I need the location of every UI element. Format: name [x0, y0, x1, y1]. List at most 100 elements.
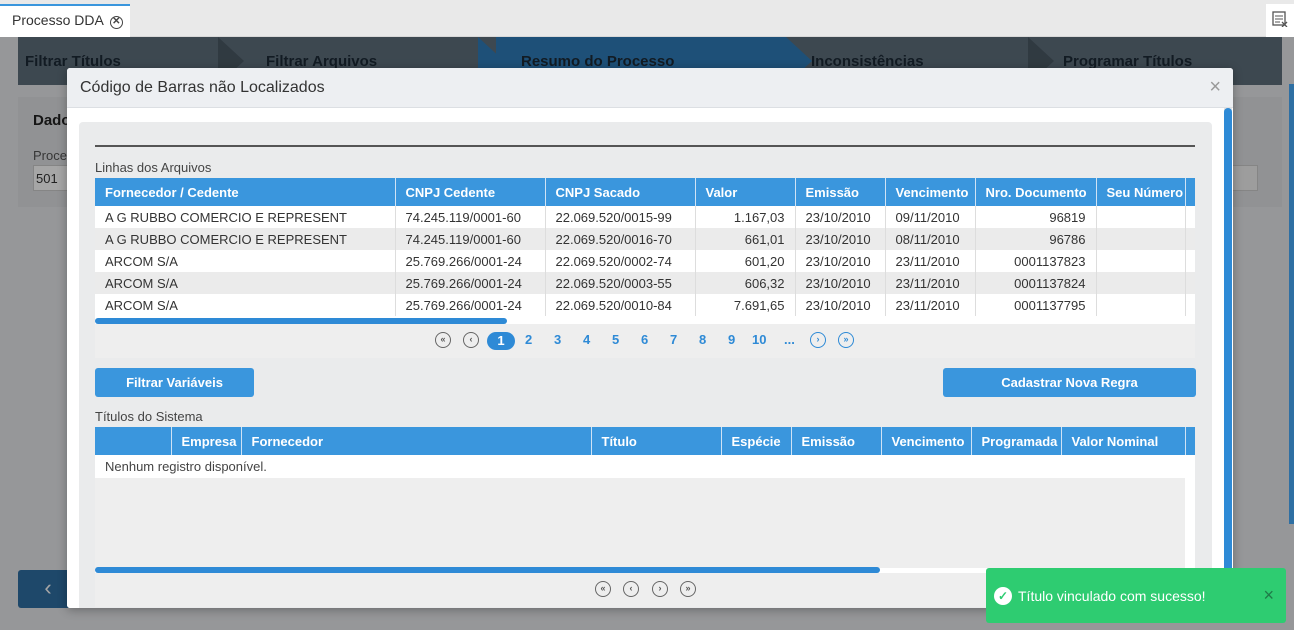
toast-message: Título vinculado com sucesso!: [1018, 588, 1206, 604]
cell-extra: [1185, 228, 1195, 250]
prev-page-icon[interactable]: ‹: [623, 581, 639, 597]
cell-seu-numero: [1096, 294, 1186, 316]
system-table-body: Nenhum registro disponível.: [95, 455, 1185, 568]
col-emissao[interactable]: Emissão: [791, 427, 882, 455]
modal-vertical-scrollbar[interactable]: [1224, 108, 1232, 608]
cell-vencimento: 23/11/2010: [885, 250, 976, 272]
first-page-icon[interactable]: «: [595, 581, 611, 597]
cell-seu-numero: [1096, 250, 1186, 272]
tab-label: Processo DDA: [12, 12, 104, 28]
table-row[interactable]: ARCOM S/A 25.769.266/0001-24 22.069.520/…: [95, 250, 1195, 272]
page-2[interactable]: 2: [525, 332, 532, 347]
cell-emissao: 23/10/2010: [795, 272, 886, 294]
col-valor-nominal[interactable]: Valor Nominal: [1061, 427, 1186, 455]
col-programada[interactable]: Programada: [971, 427, 1062, 455]
col-empresa[interactable]: Empresa: [171, 427, 242, 455]
window-options-icon[interactable]: [1266, 4, 1294, 37]
col-fornecedor[interactable]: Fornecedor / Cedente: [95, 178, 396, 206]
tab-processo-dda[interactable]: Processo DDA ✕: [0, 4, 130, 37]
cell-cnpj-cedente: 74.245.119/0001-60: [395, 206, 546, 228]
col-valor[interactable]: Valor: [695, 178, 796, 206]
cell-nro-documento: 0001137795: [975, 294, 1097, 316]
modal-body: Linhas dos Arquivos Fornecedor / Cedente…: [67, 108, 1233, 608]
success-toast: ✓ Título vinculado com sucesso! ×: [986, 568, 1286, 623]
table-row[interactable]: A G RUBBO COMERCIO E REPRESENT 74.245.11…: [95, 206, 1195, 228]
col-emissao[interactable]: Emissão: [795, 178, 886, 206]
divider: [95, 145, 1195, 147]
table-row[interactable]: ARCOM S/A 25.769.266/0001-24 22.069.520/…: [95, 294, 1195, 316]
cell-valor: 7.691,65: [695, 294, 796, 316]
filtrar-variaveis-button[interactable]: Filtrar Variáveis: [95, 368, 254, 397]
cell-cnpj-sacado: 22.069.520/0002-74: [545, 250, 696, 272]
cell-vencimento: 08/11/2010: [885, 228, 976, 250]
modal-header: Código de Barras não Localizados ×: [67, 68, 1233, 108]
col-vencimento[interactable]: Vencimento: [881, 427, 972, 455]
files-table: Fornecedor / Cedente CNPJ Cedente CNPJ S…: [95, 178, 1195, 324]
col-nro-documento[interactable]: Nro. Documento: [975, 178, 1097, 206]
cell-emissao: 23/10/2010: [795, 206, 886, 228]
col-titulo[interactable]: Título: [591, 427, 722, 455]
files-pager: « ‹ 1 2 3 4 5 6 7 8 9 10 ... › »: [95, 324, 1195, 358]
cell-valor: 661,01: [695, 228, 796, 250]
close-tab-icon[interactable]: ✕: [109, 16, 123, 29]
cell-seu-numero: [1096, 206, 1186, 228]
page-scrollbar[interactable]: [1289, 84, 1294, 524]
modal-content: Linhas dos Arquivos Fornecedor / Cedente…: [79, 122, 1212, 608]
col-extra: [1185, 427, 1195, 455]
system-section-label: Títulos do Sistema: [95, 409, 203, 424]
cell-cnpj-sacado: 22.069.520/0016-70: [545, 228, 696, 250]
col-especie[interactable]: Espécie: [721, 427, 792, 455]
empty-message: Nenhum registro disponível.: [95, 455, 1185, 478]
cell-emissao: 23/10/2010: [795, 294, 886, 316]
col-cnpj-sacado[interactable]: CNPJ Sacado: [545, 178, 696, 206]
files-grid: Fornecedor / Cedente CNPJ Cedente CNPJ S…: [95, 178, 1195, 316]
check-circle-icon: ✓: [994, 587, 1012, 605]
files-header-row: Fornecedor / Cedente CNPJ Cedente CNPJ S…: [95, 178, 1195, 206]
prev-page-icon[interactable]: ‹: [463, 332, 479, 348]
cell-extra: [1185, 294, 1195, 316]
table-row[interactable]: ARCOM S/A 25.769.266/0001-24 22.069.520/…: [95, 272, 1195, 294]
cell-cnpj-cedente: 74.245.119/0001-60: [395, 228, 546, 250]
empty-area: [95, 478, 1185, 568]
scrollbar-thumb[interactable]: [1224, 108, 1232, 608]
col-vencimento[interactable]: Vencimento: [885, 178, 976, 206]
page-7[interactable]: 7: [670, 332, 677, 347]
toast-close-button[interactable]: ×: [1263, 585, 1274, 606]
files-section-label: Linhas dos Arquivos: [95, 160, 212, 175]
cell-vencimento: 23/11/2010: [885, 272, 976, 294]
col-seu-numero[interactable]: Seu Número: [1096, 178, 1186, 206]
cell-extra: [1185, 250, 1195, 272]
next-page-icon[interactable]: ›: [810, 332, 826, 348]
cell-emissao: 23/10/2010: [795, 228, 886, 250]
cell-extra: [1185, 206, 1195, 228]
page-8[interactable]: 8: [699, 332, 706, 347]
system-header-row: Empresa Fornecedor Título Espécie Emissã…: [95, 427, 1195, 455]
last-page-icon[interactable]: »: [838, 332, 854, 348]
col-cnpj-cedente[interactable]: CNPJ Cedente: [395, 178, 546, 206]
page-more[interactable]: ...: [784, 332, 795, 347]
cell-extra: [1185, 272, 1195, 294]
page-3[interactable]: 3: [554, 332, 561, 347]
system-grid: Empresa Fornecedor Título Espécie Emissã…: [95, 427, 1195, 455]
col-fornecedor[interactable]: Fornecedor: [241, 427, 592, 455]
page-10[interactable]: 10: [752, 332, 766, 347]
cell-fornecedor: A G RUBBO COMERCIO E REPRESENT: [95, 228, 396, 250]
page-9[interactable]: 9: [728, 332, 735, 347]
first-page-icon[interactable]: «: [435, 332, 451, 348]
last-page-icon[interactable]: »: [680, 581, 696, 597]
cell-cnpj-cedente: 25.769.266/0001-24: [395, 272, 546, 294]
barcode-modal: Código de Barras não Localizados × Linha…: [67, 68, 1233, 608]
table-row[interactable]: A G RUBBO COMERCIO E REPRESENT 74.245.11…: [95, 228, 1195, 250]
col-select[interactable]: [95, 427, 172, 455]
page-4[interactable]: 4: [583, 332, 590, 347]
cell-cnpj-cedente: 25.769.266/0001-24: [395, 250, 546, 272]
next-page-icon[interactable]: ›: [652, 581, 668, 597]
cell-valor: 606,32: [695, 272, 796, 294]
page-6[interactable]: 6: [641, 332, 648, 347]
page-1[interactable]: 1: [487, 332, 515, 350]
cell-seu-numero: [1096, 228, 1186, 250]
modal-close-button[interactable]: ×: [1209, 76, 1221, 99]
page-5[interactable]: 5: [612, 332, 619, 347]
cadastrar-nova-regra-button[interactable]: Cadastrar Nova Regra: [943, 368, 1196, 397]
cell-fornecedor: ARCOM S/A: [95, 250, 396, 272]
